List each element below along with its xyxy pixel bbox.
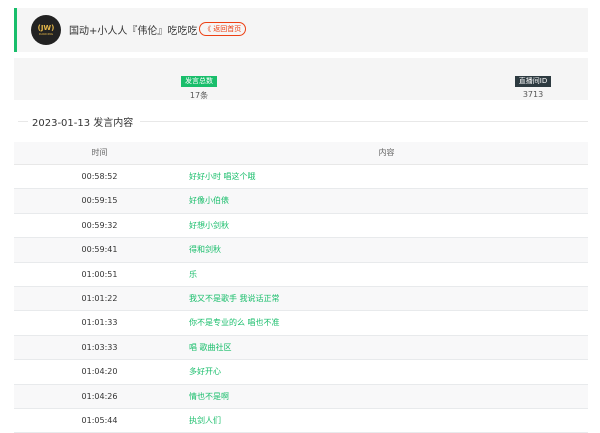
row-time: 01:03:33 xyxy=(81,342,118,352)
avatar: (JW) DANCING xyxy=(31,15,61,45)
streamer-title: 国动+小人人『伟伦』吃吃吃 xyxy=(69,26,198,37)
row-content: 唱 歌曲社区 xyxy=(189,342,232,352)
avatar-subtext: DANCING xyxy=(38,31,54,36)
table-row: 00:59:41 得和剑秋 xyxy=(14,238,588,263)
section-title: 2023-01-13 发言内容 xyxy=(32,118,134,129)
section-divider-right xyxy=(140,121,588,122)
table-row: 01:01:22 我又不是歌手 我说话正常 xyxy=(14,286,588,312)
table-header: 时间 内容 xyxy=(14,142,588,165)
row-time: 01:00:51 xyxy=(81,269,118,279)
stat-room-id: 直播间ID 3713 xyxy=(508,68,558,99)
row-time: 00:58:52 xyxy=(81,172,118,181)
stat-room-label: 直播间ID xyxy=(514,76,552,87)
row-time: 01:01:33 xyxy=(81,318,118,328)
row-content: 乐 xyxy=(189,269,197,279)
table-row: 01:04:20 多好开心 xyxy=(14,360,588,385)
row-time: 01:05:44 xyxy=(81,415,118,425)
row-time: 01:04:26 xyxy=(81,391,118,401)
table-row: 00:58:52 好好小时 唱这个哦 xyxy=(14,165,588,190)
section-divider-left xyxy=(18,121,28,122)
table-row: 01:05:44 执剑人们 xyxy=(14,409,588,433)
stats-panel: 发言总数 17条 直播间ID 3713 xyxy=(14,58,588,100)
table-row: 01:03:33 唱 歌曲社区 xyxy=(14,335,588,361)
messages-table: 时间 内容 00:58:52 好好小时 唱这个哦 00:59:15 好像小伯俵 … xyxy=(14,142,588,433)
row-content: 得和剑秋 xyxy=(189,245,221,255)
row-content: 执剑人们 xyxy=(189,415,221,425)
row-content: 我又不是歌手 我说话正常 xyxy=(189,293,280,303)
back-home-button[interactable]: 《 返回首页 xyxy=(199,22,247,36)
table-row: 01:01:33 你不是专业的么 唱也不准 xyxy=(14,311,588,336)
table-row: 01:00:51 乐 xyxy=(14,263,588,287)
stat-count-label: 发言总数 xyxy=(181,76,217,87)
stat-count-value: 17条 xyxy=(189,91,209,100)
stat-message-count: 发言总数 17条 xyxy=(169,68,229,101)
row-content: 多好开心 xyxy=(189,367,221,377)
row-content: 好想小剑秋 xyxy=(189,220,229,230)
row-content: 好像小伯俵 xyxy=(189,196,229,206)
row-time: 00:59:32 xyxy=(81,220,118,230)
row-content: 你不是专业的么 唱也不准 xyxy=(189,318,280,328)
row-time: 01:01:22 xyxy=(81,293,118,303)
table-row: 00:59:15 好像小伯俵 xyxy=(14,189,588,214)
row-content: 情也不是啊 xyxy=(189,391,229,401)
table-row: 00:59:32 好想小剑秋 xyxy=(14,214,588,239)
row-time: 00:59:15 xyxy=(81,196,118,206)
stat-room-value: 3713 xyxy=(522,90,544,99)
row-time: 00:59:41 xyxy=(81,245,118,255)
table-row: 01:04:26 情也不是啊 xyxy=(14,384,588,409)
column-header-content: 内容 xyxy=(378,148,395,157)
section-heading: 2023-01-13 发言内容 xyxy=(14,114,588,129)
avatar-text: (JW) xyxy=(37,23,55,32)
column-header-time: 时间 xyxy=(91,148,108,157)
row-content: 好好小时 唱这个哦 xyxy=(189,172,256,181)
row-time: 01:04:20 xyxy=(81,367,118,377)
streamer-header: (JW) DANCING 国动+小人人『伟伦』吃吃吃 《 返回首页 xyxy=(14,8,588,52)
